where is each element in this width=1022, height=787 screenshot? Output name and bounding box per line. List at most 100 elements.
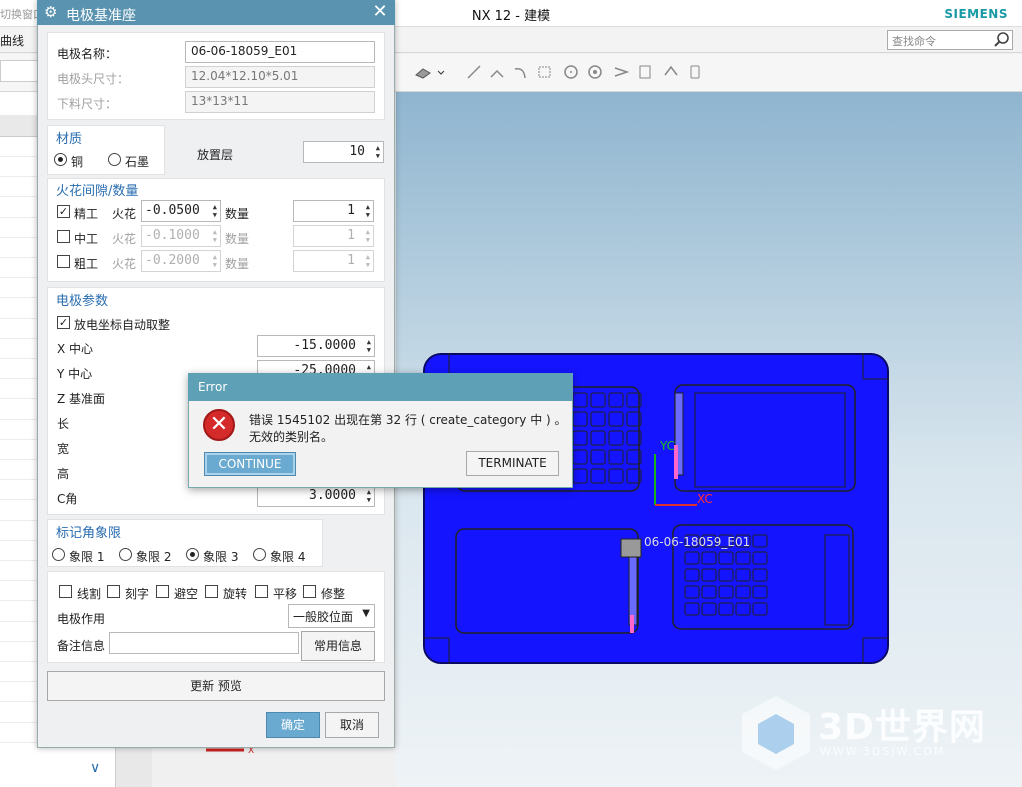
continue-button[interactable]: CONTINUE (204, 452, 296, 476)
option-checkbox[interactable] (59, 585, 72, 598)
spinner-arrows-icon[interactable]: ▲▼ (213, 203, 217, 219)
circle-icon[interactable] (562, 63, 580, 81)
spark-gap-label: 火花 (112, 232, 137, 246)
line-icon[interactable] (465, 63, 483, 81)
stock-size-label: 下料尺寸： (57, 97, 118, 111)
electrode-name-field[interactable]: 06-06-18059_E01 (185, 41, 375, 63)
spark-row-checkbox[interactable] (57, 255, 70, 268)
spinner-arrows-icon[interactable]: ▲▼ (367, 338, 371, 354)
menu-item-curve[interactable]: 曲线 (0, 32, 24, 49)
spinner-arrows-icon: ▲ ▼ (212, 228, 217, 244)
length-label: 长 (57, 417, 70, 431)
c-corner-label: C角 (57, 492, 78, 506)
keypad-key (590, 392, 606, 408)
spark-gap-spinner[interactable]: -0.0500 ▲ ▼ (141, 200, 221, 222)
point-icon[interactable] (586, 63, 604, 81)
curve-icon[interactable] (488, 63, 506, 81)
keypad-key (735, 602, 751, 616)
quadrant-radio[interactable] (119, 548, 132, 561)
quadrant-radio[interactable] (52, 548, 65, 561)
project-curve-icon[interactable] (636, 63, 654, 81)
rectangle-icon[interactable] (536, 63, 554, 81)
keypad-key (608, 430, 624, 446)
error-titlebar[interactable] (188, 373, 573, 401)
offset-curve-icon[interactable] (612, 63, 630, 81)
close-icon[interactable]: ✕ (370, 1, 390, 22)
keypad-key (684, 568, 700, 582)
keypad-key (608, 392, 624, 408)
spark-row-checkbox[interactable] (57, 230, 70, 243)
option-checkbox[interactable] (156, 585, 169, 598)
extract-curve-icon[interactable] (686, 63, 704, 81)
c-corner-spinner[interactable]: 3.0000 ▲ ▼ (257, 485, 375, 507)
keypad-key (701, 585, 717, 599)
view-orient-icon[interactable] (414, 63, 432, 81)
option-label: 修整 (321, 587, 346, 601)
option-label: 平移 (273, 587, 298, 601)
keypad-key (590, 430, 606, 446)
quadrant-radio[interactable] (186, 548, 199, 561)
auto-round-checkbox[interactable]: ✓ (57, 316, 70, 329)
spinner-arrows-icon[interactable]: ▲▼ (367, 488, 371, 504)
search-icon[interactable] (993, 31, 1011, 49)
height-label: 高 (57, 467, 70, 481)
keypad-key (701, 568, 717, 582)
option-label: 避空 (174, 587, 199, 601)
quadrant-label: 象限 4 (270, 550, 306, 564)
keypad-key (752, 551, 768, 565)
layer-spinner[interactable]: 10 ▲ ▼ (303, 141, 384, 163)
keypad-key (752, 568, 768, 582)
material-copper-radio[interactable] (54, 153, 67, 166)
spinner-arrows-icon[interactable]: ▲▼ (366, 203, 370, 219)
common-info-button[interactable]: 常用信息 (301, 631, 375, 661)
layer-value: 10 (349, 144, 365, 159)
chevron-down-icon[interactable]: ∨ (90, 760, 100, 776)
cancel-button[interactable]: 取消 (325, 712, 379, 738)
params-title: 电极参数 (56, 294, 109, 309)
material-graphite-radio[interactable] (108, 153, 121, 166)
spinner-arrows-icon: ▲ ▼ (365, 228, 370, 244)
remark-input[interactable] (109, 632, 299, 654)
keypad-key (572, 392, 588, 408)
c-corner-value: 3.0000 (309, 488, 356, 503)
ok-button[interactable]: 确定 (266, 712, 320, 738)
keypad-key (608, 468, 624, 484)
arc-icon[interactable] (512, 63, 530, 81)
update-preview-button[interactable]: 更新 预览 (47, 671, 385, 701)
usage-label: 电极作用 (57, 612, 106, 626)
error-message-line1: 错误 1545102 出现在第 32 行 ( create_category 中… (249, 413, 567, 427)
keypad-key (590, 411, 606, 427)
chevron-down-icon[interactable] (436, 63, 446, 81)
option-checkbox[interactable] (255, 585, 268, 598)
option-checkbox[interactable] (107, 585, 120, 598)
keypad-key (572, 449, 588, 465)
error-message-line2: 无效的类别名。 (249, 430, 334, 444)
quadrant-radio[interactable] (253, 548, 266, 561)
material-copper-label: 铜 (71, 155, 84, 169)
option-checkbox[interactable] (205, 585, 218, 598)
keypad-key (590, 449, 606, 465)
usage-dropdown[interactable]: 一般胶位面 ▼ (288, 604, 375, 628)
stock-size-field: 13*13*11 (185, 91, 375, 113)
spark-row-checkbox[interactable]: ✓ (57, 205, 70, 218)
filter-dropdown[interactable] (0, 60, 40, 82)
head-size-field: 12.04*12.10*5.01 (185, 66, 375, 88)
axis-x-label: XC (697, 492, 713, 506)
spark-gap-value: -0.1000 (145, 228, 200, 243)
siemens-logo: SIEMENS (944, 7, 1008, 21)
keypad-key (718, 568, 734, 582)
x-center-spinner[interactable]: -15.0000 ▲ ▼ (257, 335, 375, 357)
bridge-curve-icon[interactable] (662, 63, 680, 81)
keypad-key (735, 551, 751, 565)
spark-qty-label: 数量 (225, 232, 250, 246)
dialog-title: 电极基准座 (66, 8, 136, 24)
spark-qty-label: 数量 (225, 207, 250, 221)
option-checkbox[interactable] (303, 585, 316, 598)
spinner-arrows-icon[interactable]: ▲▼ (376, 144, 380, 160)
keypad-key (572, 468, 588, 484)
quadrant-label: 象限 2 (136, 550, 172, 564)
spark-qty-spinner[interactable]: 1 ▲ ▼ (293, 200, 374, 222)
terminate-button[interactable]: TERMINATE (466, 451, 559, 476)
keypad-key (572, 430, 588, 446)
usage-value: 一般胶位面 (293, 610, 354, 624)
